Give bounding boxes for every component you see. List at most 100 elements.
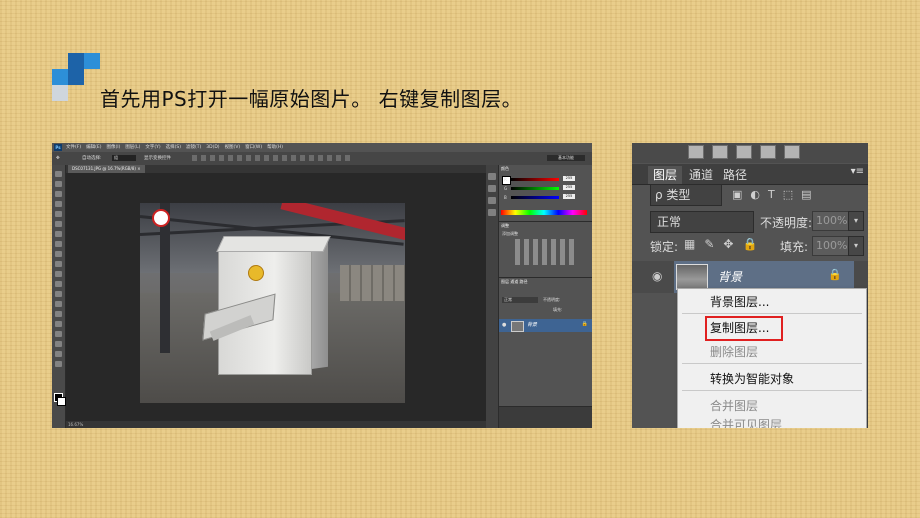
panel-menu-icon[interactable]: ▾≡ <box>851 166 864 177</box>
layer-name: 背景 <box>718 270 743 284</box>
menu-image[interactable]: 图像(I) <box>106 143 120 152</box>
menu-item-convert-smart-object[interactable]: 转换为智能对象 <box>710 370 794 387</box>
toolbox <box>52 165 66 428</box>
menu-view[interactable]: 视图(V) <box>225 143 241 152</box>
menu-help[interactable]: 帮助(H) <box>267 143 283 152</box>
menu-type[interactable]: 文字(Y) <box>145 143 160 152</box>
add-adjustment-label: 添加调整 <box>502 231 518 236</box>
menu-item-merge-layers: 合并图层 <box>710 399 759 413</box>
decor-square-mid <box>84 53 100 69</box>
lock-icon: 🔒 <box>828 268 842 281</box>
eye-icon[interactable]: ● <box>502 322 506 328</box>
tool-icon[interactable] <box>55 171 62 177</box>
red-value[interactable]: 255 <box>563 176 575 181</box>
show-transform-checkbox[interactable]: 显示变换控件 <box>144 152 171 165</box>
opacity-dropdown-icon[interactable]: ▾ <box>848 211 864 231</box>
tab-layers[interactable]: 图层 <box>648 166 683 184</box>
tool-icon[interactable] <box>55 231 62 237</box>
tool-icon[interactable] <box>55 351 62 357</box>
brush-preset-icon[interactable] <box>736 145 752 159</box>
tool-icon[interactable] <box>55 181 62 187</box>
red-slider[interactable]: R 255 <box>504 176 575 182</box>
layer-name: 背景 <box>527 322 538 328</box>
menu-edit[interactable]: 编辑(E) <box>86 143 101 152</box>
menu-layer[interactable]: 图层(L) <box>125 143 140 152</box>
tool-icon[interactable] <box>55 211 62 217</box>
history-icon[interactable] <box>488 173 496 180</box>
tool-icon[interactable] <box>55 191 62 197</box>
tool-icon[interactable] <box>55 221 62 227</box>
blend-mode-select[interactable]: 正常 <box>502 297 538 303</box>
menu-select[interactable]: 选择(S) <box>166 143 181 152</box>
filter-pixel-icon[interactable]: ▣ <box>732 188 742 201</box>
tool-icon[interactable] <box>55 291 62 297</box>
brush-preset-icon[interactable] <box>712 145 728 159</box>
menu-file[interactable]: 文件(F) <box>66 143 81 152</box>
filter-type-icon[interactable]: T <box>768 188 775 201</box>
menu-bar: Ps 文件(F) 编辑(E) 图像(I) 图层(L) 文字(Y) 选择(S) 滤… <box>52 143 592 152</box>
background-color-swatch[interactable] <box>57 397 66 406</box>
align-icons[interactable] <box>192 155 352 161</box>
decor-square-blue <box>52 69 68 85</box>
tool-icon[interactable] <box>55 251 62 257</box>
lock-transparent-icon[interactable]: ▦ <box>684 237 695 251</box>
panel-top-icons <box>632 143 868 163</box>
layer-thumbnail <box>511 321 524 332</box>
layer-row-background[interactable]: ● 背景 🔒 <box>499 319 592 332</box>
tool-icon[interactable] <box>55 241 62 247</box>
auto-select-combo[interactable]: 组 <box>112 155 136 161</box>
layer-filter-select[interactable]: ρ 类型 <box>650 184 722 206</box>
blend-mode-select[interactable]: 正常 <box>650 211 754 233</box>
decor-square-dark <box>68 53 84 69</box>
layers-tabs[interactable]: 图层 通道 路径 <box>501 278 528 285</box>
fill-dropdown-icon[interactable]: ▾ <box>848 236 864 256</box>
document-tab[interactable]: DSC07131.JPG @ 16.7%(RGB/8) × <box>68 165 145 173</box>
blue-value[interactable]: 255 <box>563 194 575 199</box>
tool-icon[interactable] <box>55 281 62 287</box>
color-spectrum[interactable] <box>501 210 587 215</box>
tool-icon[interactable] <box>55 311 62 317</box>
decor-square-light <box>52 85 68 101</box>
filter-smart-object-icon[interactable]: ▤ <box>801 188 811 201</box>
tool-icon[interactable] <box>55 321 62 327</box>
tool-icon[interactable] <box>55 301 62 307</box>
tab-paths[interactable]: 路径 <box>718 166 752 184</box>
fill-input[interactable]: 100% <box>812 236 849 256</box>
opacity-input[interactable]: 100% <box>812 211 849 231</box>
lock-image-icon[interactable]: ✎ <box>704 237 714 251</box>
tab-channels[interactable]: 通道 <box>684 166 718 184</box>
green-value[interactable]: 255 <box>563 185 575 190</box>
status-bar: 16.67% <box>66 421 488 428</box>
menu-filter[interactable]: 滤镜(T) <box>186 143 201 152</box>
adjustments-tab[interactable]: 调整 <box>501 222 509 229</box>
move-tool-icon[interactable]: ✥ <box>56 152 60 165</box>
green-slider[interactable]: G 255 <box>504 185 575 191</box>
properties-icon[interactable] <box>488 185 496 192</box>
eye-icon[interactable]: ◉ <box>652 269 662 283</box>
lock-position-icon[interactable]: ✥ <box>723 237 733 251</box>
tool-icon[interactable] <box>55 331 62 337</box>
blue-slider[interactable]: B 255 <box>504 194 575 200</box>
workspace-select[interactable]: 基本功能 <box>547 155 585 161</box>
menu-item-merge-visible: 合并可见图层 <box>710 418 783 428</box>
tool-icon[interactable] <box>55 201 62 207</box>
menu-item-background-layer[interactable]: 背景图层... <box>710 293 769 310</box>
layer-thumbnail <box>676 264 708 290</box>
menu-3d[interactable]: 3D(D) <box>206 143 219 152</box>
canvas-photo <box>140 203 405 403</box>
brush-preset-icon[interactable] <box>784 145 800 159</box>
paragraph-icon[interactable] <box>488 209 496 216</box>
color-panel-tab[interactable]: 颜色 <box>501 165 509 172</box>
adjustment-icons[interactable] <box>515 239 575 265</box>
tool-icon[interactable] <box>55 271 62 277</box>
lock-all-icon[interactable]: 🔒 <box>742 237 757 251</box>
filter-shape-icon[interactable]: ⬚ <box>783 188 793 201</box>
tool-icon[interactable] <box>55 341 62 347</box>
character-icon[interactable] <box>488 197 496 204</box>
menu-window[interactable]: 窗口(W) <box>245 143 262 152</box>
brush-preset-icon[interactable] <box>688 145 704 159</box>
tool-icon[interactable] <box>55 261 62 267</box>
tool-icon[interactable] <box>55 361 62 367</box>
filter-adjustment-icon[interactable]: ◐ <box>750 188 760 201</box>
brush-preset-icon[interactable] <box>760 145 776 159</box>
